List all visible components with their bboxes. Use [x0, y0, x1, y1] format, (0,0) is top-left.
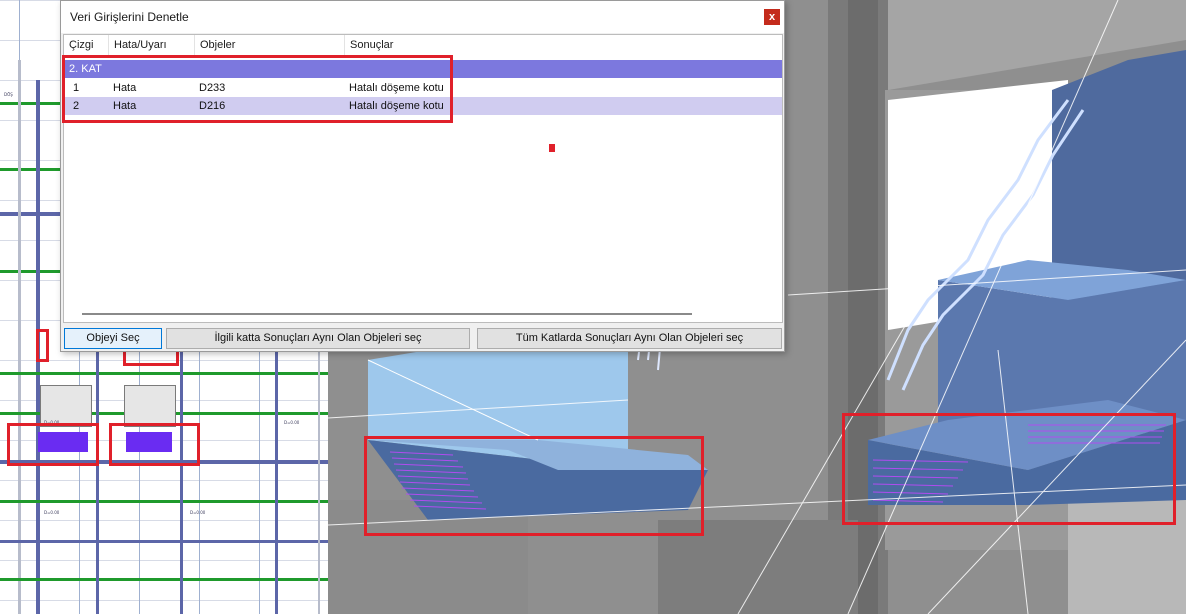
highlight-box [364, 436, 704, 536]
highlight-box [62, 55, 453, 123]
plan-label: D=0.00 [190, 510, 206, 515]
column-header-line[interactable]: Çizgi [64, 35, 109, 56]
plan-wall [275, 352, 278, 614]
dialog-title: Veri Girişlerini Denetle [70, 10, 189, 24]
plan-beam [0, 578, 328, 581]
plan-wall [180, 352, 183, 614]
dialog-titlebar[interactable]: Veri Girişlerini Denetle x [61, 1, 784, 33]
highlight-box [7, 423, 99, 466]
select-object-button[interactable]: Objeyi Seç [64, 328, 162, 349]
plan-wall [0, 540, 328, 543]
plan-grid [318, 352, 320, 614]
plan-beam [0, 102, 60, 105]
close-button[interactable]: x [764, 9, 780, 25]
annotation-marker [549, 144, 555, 152]
select-same-floor-button[interactable]: İlgili katta Sonuçları Aynı Olan Objeler… [166, 328, 470, 349]
column-header-results[interactable]: Sonuçlar [345, 35, 495, 56]
select-all-floors-button[interactable]: Tüm Katlarda Sonuçları Aynı Olan Objeler… [477, 328, 782, 349]
plan-beam [0, 168, 60, 171]
highlight-box [842, 413, 1176, 525]
plan-wall [96, 352, 99, 614]
column-header-objects[interactable]: Objeler [195, 35, 345, 56]
plan-beam [0, 270, 60, 273]
column-header-type[interactable]: Hata/Uyarı [109, 35, 195, 56]
plan-label: D=0.00 [284, 420, 300, 425]
check-inputs-dialog: Veri Girişlerini Denetle x Çizgi Hata/Uy… [60, 0, 785, 352]
plan-wall [0, 212, 60, 216]
plan-beam [0, 372, 328, 375]
plan-label: D=0.00 [44, 510, 60, 515]
highlight-box [109, 423, 200, 466]
plan-stair [124, 385, 176, 427]
horizontal-scrollbar[interactable] [82, 313, 692, 315]
plan-label: DÖŞ [4, 92, 13, 97]
plan-grid [18, 60, 21, 614]
plan-beam [0, 500, 328, 503]
highlight-box [36, 329, 49, 362]
